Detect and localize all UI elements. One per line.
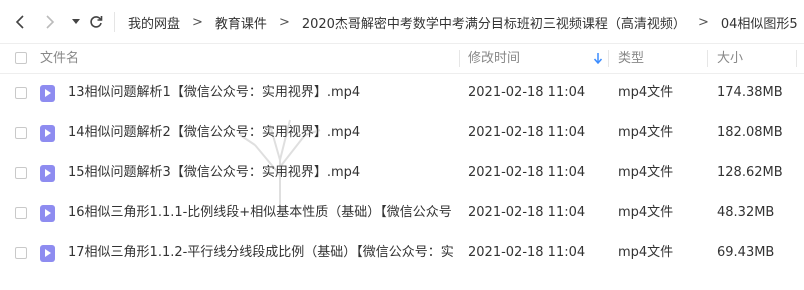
file-row[interactable]: 17相似三角形1.1.2-平行线分线段成比例（基础）【微信公众号：实用... 2…	[0, 233, 804, 273]
column-size-header[interactable]: 大小	[717, 44, 743, 73]
file-type: mp4文件	[618, 165, 674, 180]
select-all-checkbox[interactable]	[15, 52, 27, 64]
column-modified-header[interactable]: 修改时间	[468, 44, 520, 73]
toolbar-divider	[114, 12, 115, 32]
file-type: mp4文件	[618, 85, 674, 100]
video-file-icon	[40, 165, 55, 182]
breadcrumb-separator: >	[278, 14, 290, 30]
chevron-right-icon	[46, 15, 55, 29]
breadcrumb-item-current[interactable]: 04相似图形5	[721, 13, 798, 32]
video-file-icon	[40, 125, 55, 142]
file-modified: 2021-02-18 11:04	[468, 85, 586, 100]
file-type: mp4文件	[618, 245, 674, 260]
column-divider[interactable]	[707, 50, 708, 67]
column-header: 文件名 修改时间 类型 大小	[0, 43, 804, 74]
file-size: 174.38MB	[717, 85, 783, 100]
video-file-icon	[40, 245, 55, 262]
video-file-icon	[40, 205, 55, 222]
file-size: 182.08MB	[717, 125, 783, 140]
breadcrumb-separator: >	[192, 14, 203, 30]
file-row[interactable]: 13相似问题解析1【微信公众号：实用视界】.mp4 2021-02-18 11:…	[0, 73, 804, 113]
toolbar: 我的网盘 > 教育课件 > 2020杰哥解密中考数学中考满分目标班初三视频课程（…	[0, 0, 804, 44]
file-size: 128.62MB	[717, 165, 783, 180]
file-size: 69.43MB	[717, 245, 775, 260]
row-checkbox[interactable]	[15, 127, 27, 139]
row-checkbox[interactable]	[15, 167, 27, 179]
breadcrumb-item-root[interactable]: 我的网盘	[128, 13, 180, 32]
column-type-header[interactable]: 类型	[618, 44, 644, 73]
tree-watermark	[239, 119, 321, 210]
refresh-icon	[90, 16, 103, 28]
breadcrumb: 我的网盘 > 教育课件 > 2020杰哥解密中考数学中考满分目标班初三视频课程（…	[128, 0, 804, 44]
column-divider[interactable]	[459, 50, 460, 67]
breadcrumb-separator: >	[697, 14, 709, 30]
column-divider[interactable]	[796, 50, 797, 67]
row-checkbox[interactable]	[15, 247, 27, 259]
file-size: 48.32MB	[717, 205, 775, 220]
file-type: mp4文件	[618, 125, 674, 140]
file-type: mp4文件	[618, 205, 674, 220]
breadcrumb-item-course[interactable]: 2020杰哥解密中考数学中考满分目标班初三视频课程（高清视频）	[302, 13, 686, 32]
chevron-left-icon	[15, 15, 24, 29]
file-row[interactable]: 15相似问题解析3【微信公众号：实用视界】.mp4 2021-02-18 11:…	[0, 153, 804, 193]
caret-down-icon	[72, 19, 80, 24]
file-row[interactable]: 16相似三角形1.1.1-比例线段+相似基本性质（基础）【微信公众号：... 2…	[0, 193, 804, 233]
file-row[interactable]: 14相似问题解析2【微信公众号：实用视界】.mp4 2021-02-18 11:…	[0, 113, 804, 153]
file-modified: 2021-02-18 11:04	[468, 205, 586, 220]
back-button[interactable]	[8, 10, 32, 34]
video-file-icon	[40, 85, 55, 102]
scrollbar[interactable]	[798, 44, 804, 290]
column-name-header[interactable]: 文件名	[40, 44, 79, 73]
breadcrumb-item-courseware[interactable]: 教育课件	[215, 13, 267, 32]
forward-button[interactable]	[38, 10, 62, 34]
column-divider[interactable]	[608, 50, 609, 67]
refresh-button[interactable]	[84, 10, 108, 34]
file-modified: 2021-02-18 11:04	[468, 245, 586, 260]
file-modified: 2021-02-18 11:04	[468, 125, 586, 140]
row-checkbox[interactable]	[15, 207, 27, 219]
file-modified: 2021-02-18 11:04	[468, 165, 586, 180]
row-checkbox[interactable]	[15, 87, 27, 99]
sort-descending-icon[interactable]	[594, 53, 602, 64]
file-name[interactable]: 17相似三角形1.1.2-平行线分线段成比例（基础）【微信公众号：实用...	[68, 233, 453, 273]
